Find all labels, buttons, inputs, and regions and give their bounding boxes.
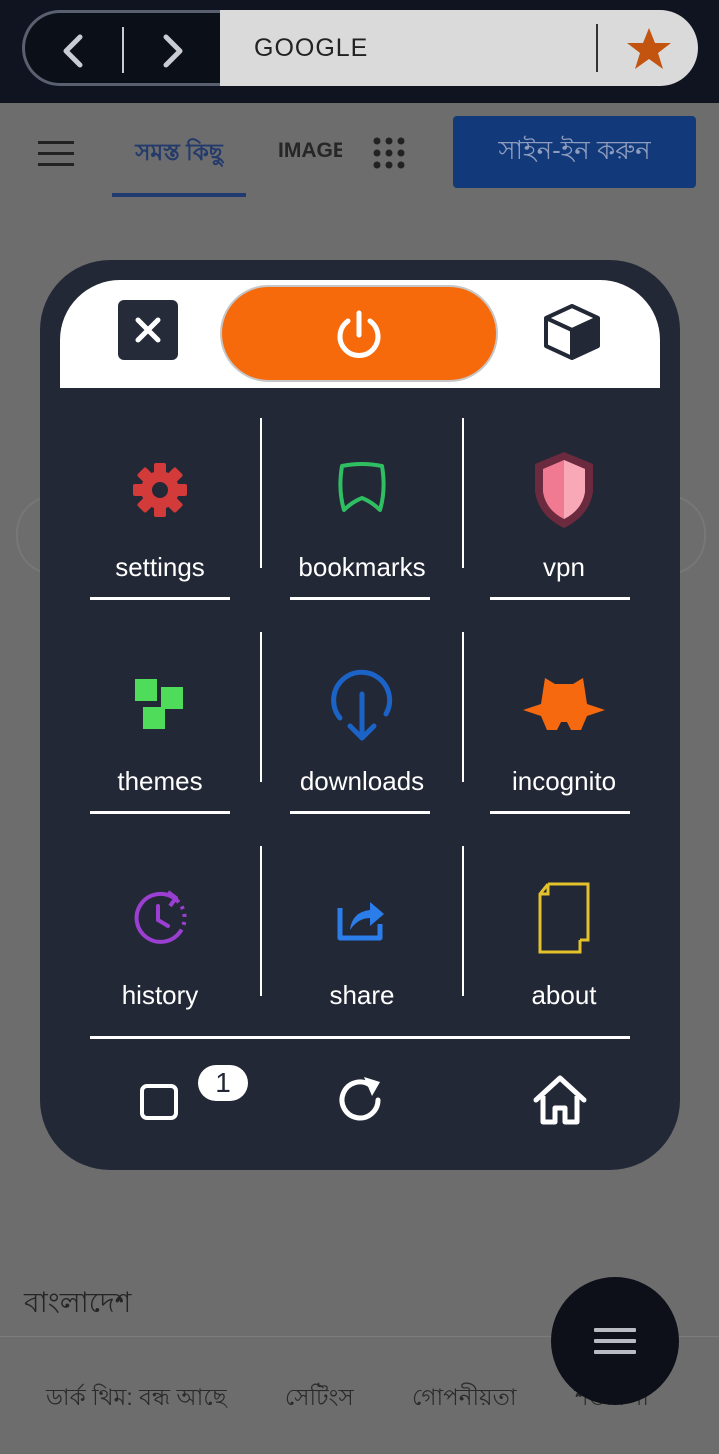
downloads-underline (290, 811, 430, 814)
menu-item-bookmarks[interactable]: bookmarks (240, 420, 440, 634)
menu-item-about[interactable]: about (440, 848, 640, 1062)
home-button[interactable] (530, 1070, 590, 1130)
download-icon (331, 669, 393, 741)
back-button[interactable] (25, 13, 120, 89)
nav-divider (122, 27, 124, 73)
tabs-count-badge: 1 (198, 1065, 248, 1101)
url-divider (596, 24, 598, 72)
settings-underline (90, 597, 230, 600)
menu-item-settings[interactable]: settings (40, 420, 240, 634)
bookmarks-underline (290, 597, 430, 600)
document-icon (538, 882, 590, 954)
menu-bottom-divider (90, 1036, 630, 1039)
history-label: history (121, 980, 199, 1010)
menu-item-incognito[interactable]: incognito (440, 634, 640, 848)
incognito-label: incognito (511, 766, 617, 796)
star-icon (627, 28, 671, 69)
bookmark-star-button[interactable] (624, 24, 674, 74)
vpn-label: vpn (543, 552, 585, 582)
about-label: about (531, 980, 597, 1010)
history-icon (134, 890, 187, 944)
incognito-underline (490, 811, 630, 814)
cube-icon (544, 304, 600, 360)
menu-item-history[interactable]: history (40, 848, 240, 1062)
settings-label: settings (115, 552, 205, 582)
power-icon (337, 310, 381, 358)
url-field[interactable]: GOOGLE (220, 10, 698, 86)
downloads-label: downloads (299, 766, 425, 796)
footer-link-dark-theme[interactable]: ডার্ক থিম: বন্ধ আছে (46, 1384, 227, 1410)
reload-button[interactable] (330, 1070, 390, 1130)
tab-all[interactable]: সমস্ত কিছু (112, 135, 246, 197)
tabs-icon (140, 1084, 178, 1120)
footer-link-settings[interactable]: সেটিংস (285, 1384, 354, 1410)
cube-button[interactable] (540, 300, 604, 364)
power-button[interactable] (220, 285, 498, 382)
menu-item-share[interactable]: share (240, 848, 440, 1062)
themes-icon (135, 679, 183, 729)
bookmark-icon (338, 462, 386, 512)
reload-icon (339, 1077, 381, 1121)
nav-buttons (22, 10, 220, 86)
shield-icon (535, 452, 593, 528)
forward-button[interactable] (125, 13, 220, 89)
themes-underline (90, 811, 230, 814)
footer-link-privacy[interactable]: গোপনীয়তা (412, 1384, 516, 1410)
menu-item-vpn[interactable]: vpn (440, 420, 640, 634)
themes-label: themes (117, 766, 203, 796)
vpn-underline (490, 597, 630, 600)
chevron-left-icon (63, 34, 82, 68)
close-button[interactable] (118, 300, 178, 360)
tab-images[interactable]: IMAGES (278, 139, 342, 163)
browser-menu: settings bookmarks vpn themes downloads … (40, 260, 680, 1170)
menu-item-themes[interactable]: themes (40, 634, 240, 848)
gear-icon (133, 463, 187, 517)
share-label: share (329, 980, 395, 1010)
close-icon (135, 317, 161, 343)
menu-header (60, 280, 660, 388)
url-text: GOOGLE (254, 34, 369, 62)
tabs-button[interactable] (130, 1070, 190, 1130)
menu-fab[interactable] (551, 1277, 679, 1405)
apps-grid-icon[interactable] (372, 136, 406, 170)
home-icon (533, 1075, 587, 1125)
page-menu-icon[interactable] (38, 141, 74, 167)
signin-button[interactable]: সাইন-ইন করুন (453, 116, 696, 188)
address-bar: GOOGLE (0, 0, 719, 103)
bookmarks-label: bookmarks (298, 552, 426, 582)
menu-item-downloads[interactable]: downloads (240, 634, 440, 848)
country-label: বাংলাদেশ (24, 1287, 132, 1318)
share-icon (337, 902, 384, 941)
menu-icon (594, 1321, 636, 1361)
chevron-right-icon (163, 34, 182, 68)
incognito-icon (523, 678, 605, 730)
